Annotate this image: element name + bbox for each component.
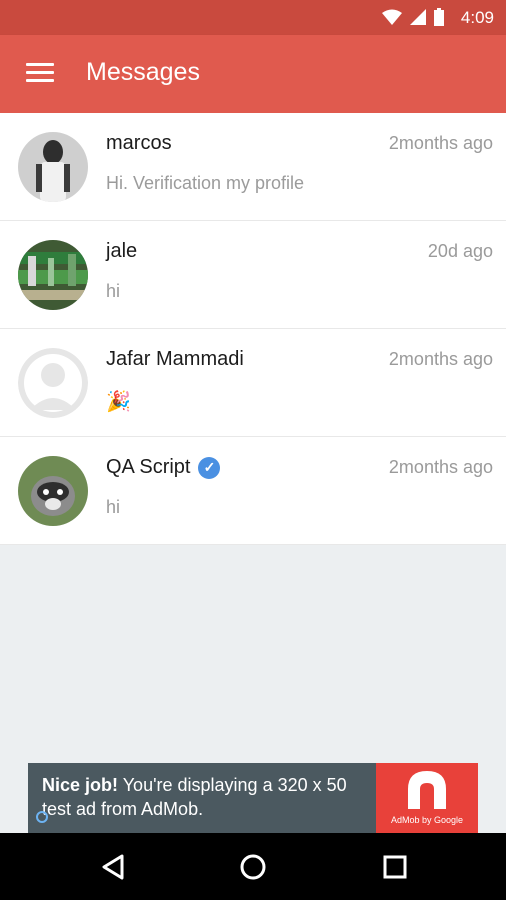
status-icons — [382, 8, 444, 26]
contact-name-text: Jafar Mammadi — [106, 348, 244, 370]
ad-banner[interactable]: Nice job! You're displaying a 320 x 50 t… — [28, 763, 478, 833]
signal-icon — [410, 9, 426, 25]
message-preview: hi — [106, 497, 121, 517]
message-time: 20d ago — [427, 241, 493, 261]
avatar — [18, 240, 88, 310]
battery-icon — [434, 8, 444, 26]
conversation-row[interactable]: QA Script ✓ 2months ago hi — [0, 437, 506, 545]
conversation-row[interactable]: jale 20d ago hi — [0, 221, 506, 329]
status-time: 4:09 — [460, 8, 494, 27]
navigation-bar — [0, 833, 506, 900]
contact-name: jale — [106, 240, 137, 263]
ad-headline: Nice job! — [42, 775, 119, 795]
admob-logo: AdMob by Google — [376, 763, 478, 833]
message-time: 2months ago — [388, 133, 493, 153]
conversation-row[interactable]: Jafar Mammadi 2months ago 🎉 — [0, 329, 506, 437]
message-preview: Hi. Verification my profile — [106, 173, 305, 193]
admob-icon — [408, 771, 446, 809]
back-icon[interactable] — [98, 852, 128, 882]
avatar — [18, 132, 88, 202]
contact-name: QA Script ✓ — [106, 456, 221, 479]
ad-text: Nice job! You're displaying a 320 x 50 t… — [42, 773, 372, 821]
recents-icon[interactable] — [380, 852, 410, 882]
contact-name: Jafar Mammadi — [106, 348, 244, 371]
verified-icon: ✓ — [198, 456, 221, 479]
ad-info-icon[interactable] — [36, 811, 48, 823]
contact-name-text: marcos — [106, 132, 172, 154]
conversation-row[interactable]: marcos 2months ago Hi. Verification my p… — [0, 113, 506, 221]
avatar — [18, 456, 88, 526]
wifi-icon — [382, 9, 402, 25]
contact-name-text: QA Script — [106, 456, 191, 478]
home-icon[interactable] — [238, 852, 268, 882]
contact-name: marcos — [106, 132, 172, 155]
message-preview: 🎉 — [106, 391, 131, 413]
app-bar: Messages — [0, 35, 506, 113]
hamburger-icon[interactable] — [26, 63, 54, 83]
message-time: 2months ago — [388, 349, 493, 369]
ad-brand: AdMob by Google — [390, 815, 464, 825]
avatar — [18, 348, 88, 418]
contact-name-text: jale — [106, 240, 138, 262]
conversation-list: marcos 2months ago Hi. Verification my p… — [0, 113, 506, 545]
page-title: Messages — [86, 58, 200, 86]
status-bar: 4:09 — [0, 0, 506, 35]
message-preview: hi — [106, 281, 121, 301]
message-time: 2months ago — [388, 457, 493, 477]
